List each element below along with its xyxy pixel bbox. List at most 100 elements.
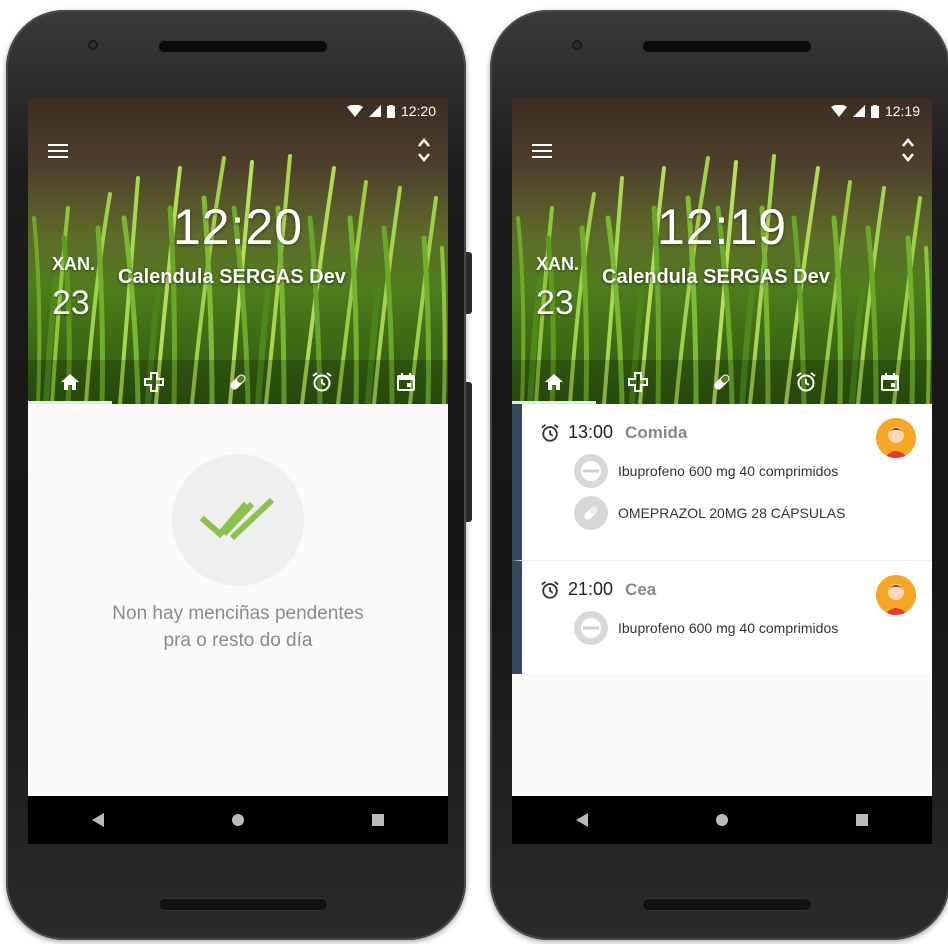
empty-state-line-2: pra o resto do día (163, 630, 313, 651)
tablet-icon (574, 611, 608, 645)
tab-home[interactable] (512, 360, 596, 404)
front-camera (88, 40, 98, 50)
calendar-icon (397, 373, 415, 391)
system-nav-bar (28, 796, 448, 844)
routine-name: Comida (625, 422, 688, 442)
power-button (466, 382, 472, 522)
alarm-icon (312, 372, 332, 392)
tab-medicines[interactable] (196, 360, 280, 404)
recents-square-icon (856, 814, 868, 826)
tab-alarms[interactable] (764, 360, 848, 404)
status-time: 12:20 (400, 103, 436, 119)
avatar[interactable] (876, 418, 916, 458)
weekday-label: XAN. (52, 254, 96, 274)
back-button[interactable] (68, 813, 128, 827)
medicine-name: Ibuprofeno 600 mg 40 comprimidos (618, 620, 839, 636)
schedule-time: 13:00 (568, 422, 614, 442)
header-clock: 12:19 (656, 199, 788, 255)
alarm-icon (541, 580, 559, 599)
pill-icon (714, 374, 730, 390)
home-button[interactable] (208, 813, 268, 827)
volume-button (466, 252, 472, 314)
medicine-name: OMEPRAZOL 20MG 28 CÁPSULAS (618, 505, 846, 521)
tablet-icon (574, 454, 608, 488)
tab-bar (28, 360, 448, 404)
expand-collapse-icon[interactable] (416, 136, 432, 164)
tab-bar (512, 360, 932, 404)
tab-medical[interactable] (112, 360, 196, 404)
schedule-list: 13:00 Comida Ibuprofeno 600 mg 40 compri… (512, 404, 932, 844)
battery-icon (870, 104, 879, 118)
status-time: 12:19 (884, 103, 920, 119)
bottom-speaker (642, 898, 812, 911)
back-button[interactable] (552, 813, 612, 827)
signal-icon (368, 105, 381, 117)
status-bar: 12:19 (830, 102, 920, 120)
home-icon (61, 374, 79, 390)
back-icon (92, 813, 104, 827)
calendar-icon (881, 373, 899, 391)
tab-calendar[interactable] (364, 360, 448, 404)
tab-home[interactable] (28, 360, 112, 404)
right-phone: 12:19 12:19 XAN. 23 Calendula SERGAS Dev (490, 10, 948, 940)
alarm-icon (541, 423, 559, 442)
schedule-card[interactable]: 21:00 Cea Ibuprofeno 600 mg 40 comprimid… (512, 560, 932, 674)
back-icon (576, 813, 588, 827)
medicine-item[interactable]: Ibuprofeno 600 mg 40 comprimidos (574, 611, 838, 645)
empty-state-line-1: Non hay menciñas pendentes (112, 603, 364, 624)
bottom-speaker (158, 898, 328, 911)
schedule-time: 21:00 (568, 579, 614, 599)
app-title: Calendula SERGAS Dev (602, 266, 830, 288)
left-phone: 12:20 12:20 XAN. 23 Calendula SERGAS Dev (6, 10, 472, 940)
menu-icon[interactable] (532, 144, 552, 160)
home-content: Non hay menciñas pendentes pra o resto d… (28, 404, 448, 844)
recents-square-icon (372, 814, 384, 826)
medicine-item[interactable]: Ibuprofeno 600 mg 40 comprimidos (574, 454, 838, 488)
avatar[interactable] (876, 575, 916, 615)
empty-state-circle (172, 454, 304, 586)
patient-avatar-icon (876, 575, 916, 615)
header-clock: 12:20 (172, 199, 304, 255)
home-icon (545, 374, 563, 390)
schedule-card[interactable]: 13:00 Comida Ibuprofeno 600 mg 40 compri… (512, 404, 932, 560)
app-screen: 12:20 12:20 XAN. 23 Calendula SERGAS Dev (28, 98, 448, 844)
earpiece-speaker (158, 40, 328, 53)
home-circle-icon (716, 814, 728, 826)
medical-cross-icon (628, 372, 648, 392)
day-number: 23 (536, 284, 574, 322)
app-screen: 12:19 12:19 XAN. 23 Calendula SERGAS Dev (512, 98, 932, 844)
patient-avatar-icon (876, 418, 916, 458)
medicine-item[interactable]: OMEPRAZOL 20MG 28 CÁPSULAS (574, 496, 845, 530)
day-number: 23 (52, 284, 90, 322)
earpiece-speaker (642, 40, 812, 53)
header-banner: 12:19 12:19 XAN. 23 Calendula SERGAS Dev (512, 98, 932, 404)
medicine-name: Ibuprofeno 600 mg 40 comprimidos (618, 463, 839, 479)
battery-icon (386, 104, 395, 118)
tab-medicines[interactable] (680, 360, 764, 404)
schedule-time-row: 13:00 Comida (540, 422, 687, 443)
signal-icon (852, 105, 865, 117)
tab-alarms[interactable] (280, 360, 364, 404)
menu-icon[interactable] (48, 144, 68, 160)
alarm-icon (796, 372, 816, 392)
tab-calendar[interactable] (848, 360, 932, 404)
home-button[interactable] (692, 813, 752, 827)
header-banner: 12:20 12:20 XAN. 23 Calendula SERGAS Dev (28, 98, 448, 404)
double-check-icon (199, 497, 275, 541)
app-title: Calendula SERGAS Dev (118, 266, 346, 288)
capsule-icon (574, 496, 608, 530)
tab-medical[interactable] (596, 360, 680, 404)
expand-collapse-icon[interactable] (900, 136, 916, 164)
system-nav-bar (512, 796, 932, 844)
status-bar: 12:20 (346, 102, 436, 120)
schedule-time-row: 21:00 Cea (540, 579, 656, 600)
wifi-icon (346, 105, 363, 117)
medical-cross-icon (144, 372, 164, 392)
pill-icon (230, 374, 246, 390)
routine-name: Cea (625, 579, 657, 599)
wifi-icon (830, 105, 847, 117)
front-camera (572, 40, 582, 50)
home-circle-icon (232, 814, 244, 826)
recents-button[interactable] (832, 814, 892, 826)
recents-button[interactable] (348, 814, 408, 826)
